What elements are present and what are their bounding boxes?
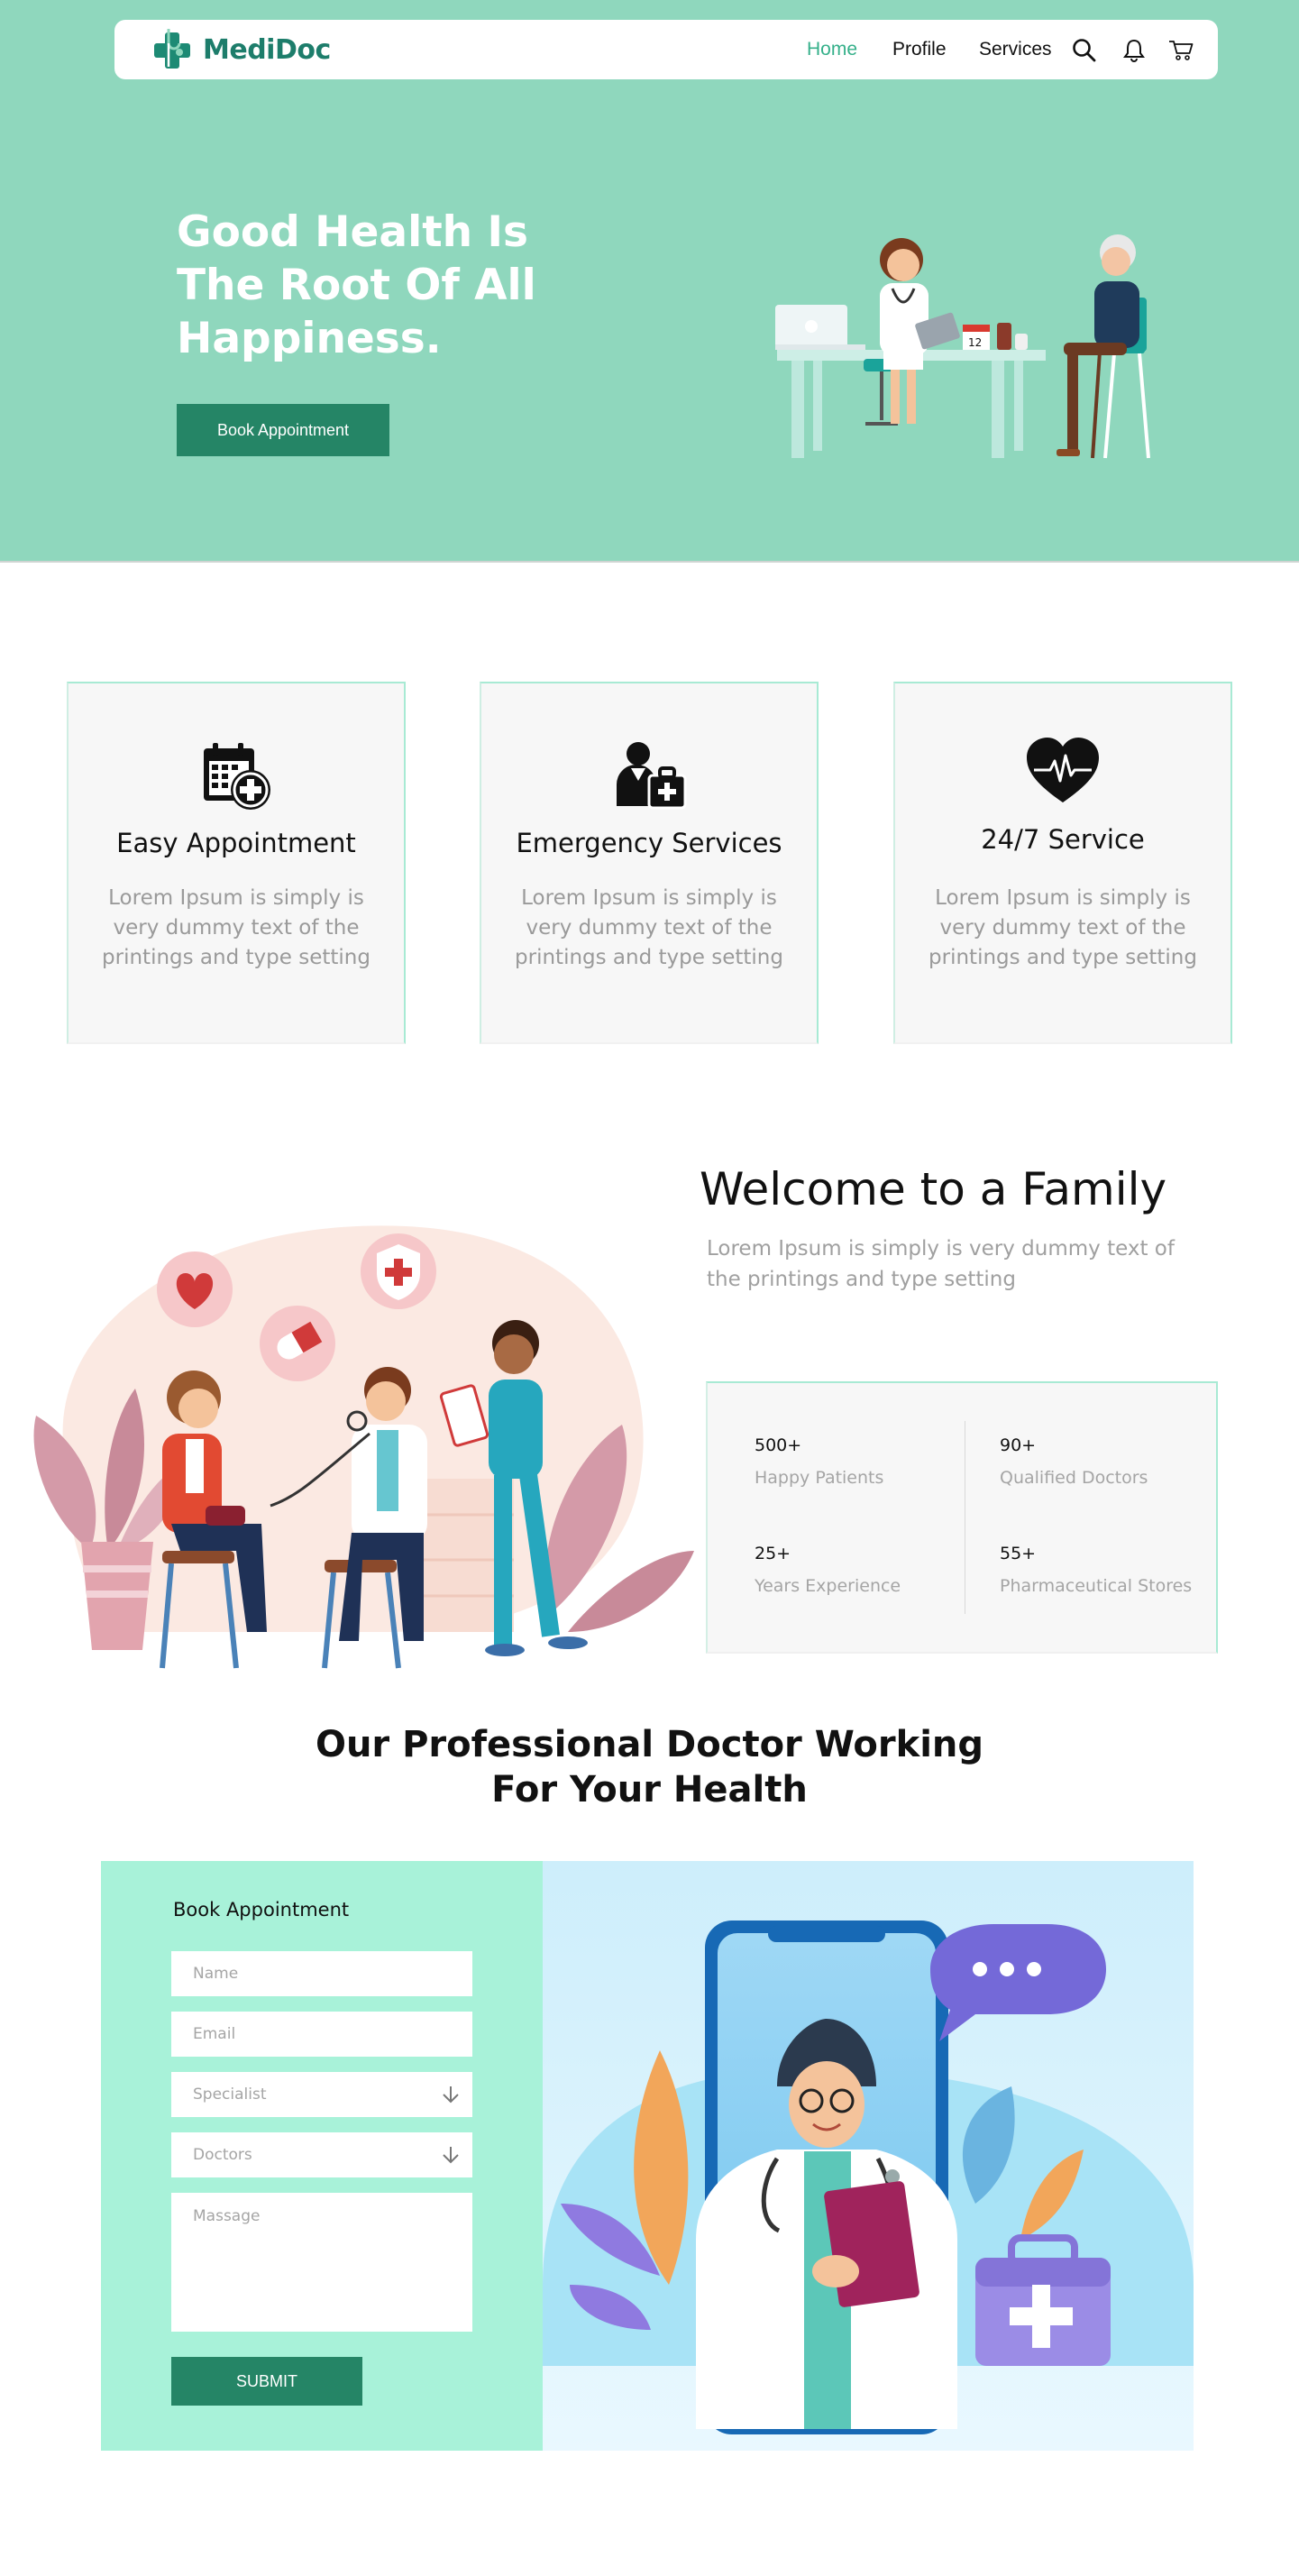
message-placeholder: Massage <box>193 2207 261 2225</box>
feature-title: 24/7 Service <box>981 824 1145 855</box>
logo[interactable]: MediDoc <box>149 29 331 69</box>
submit-button[interactable]: SUBMIT <box>171 2357 362 2406</box>
feature-title: Easy Appointment <box>116 828 356 858</box>
cart-icon[interactable] <box>1167 37 1194 64</box>
welcome-title: Welcome to a Family <box>700 1163 1167 1215</box>
stat-happy-patients: 500+ Happy Patients <box>755 1435 883 1488</box>
feature-text: Lorem Ipsum is simply is very dummy text… <box>102 886 370 969</box>
doctors-title-line1: Our Professional Doctor Working <box>315 1724 984 1765</box>
doctor-consultation-illustration: 12 <box>775 234 1150 459</box>
booking-form-title: Book Appointment <box>173 1899 350 1921</box>
feature-text: Lorem Ipsum is simply is very dummy text… <box>515 886 783 969</box>
name-field[interactable]: Name <box>171 1951 472 1996</box>
feature-card-emergency[interactable]: Emergency Services Lorem Ipsum is simply… <box>480 682 819 1044</box>
feature-title: Emergency Services <box>516 828 782 858</box>
book-appointment-button[interactable]: Book Appointment <box>177 404 389 456</box>
online-doctor-illustration <box>543 1861 1194 2451</box>
feature-text: Lorem Ipsum is simply is very dummy text… <box>929 886 1197 969</box>
medical-cross-logo-icon <box>154 29 190 69</box>
arrow-down-icon <box>443 2086 459 2104</box>
nav-link-services[interactable]: Services <box>979 20 1052 79</box>
arrow-down-icon <box>443 2147 459 2164</box>
top-navbar: MediDoc Home Profile Services <box>114 20 1218 79</box>
doctors-select[interactable]: Doctors <box>171 2132 472 2177</box>
booking-form: Book Appointment Name Email Specialist D… <box>101 1861 543 2451</box>
doctors-title-line2: For Your Health <box>491 1769 808 1811</box>
brand-name: MediDoc <box>203 33 331 66</box>
stat-pharmaceutical-stores: 55+ Pharmaceutical Stores <box>1000 1544 1192 1596</box>
stat-label: Qualified Doctors <box>1000 1468 1148 1488</box>
message-textarea[interactable]: Massage <box>171 2193 472 2332</box>
hero-section: MediDoc Home Profile Services Good Healt… <box>0 0 1299 563</box>
medic-bag-icon <box>617 742 687 810</box>
feature-card-appointment[interactable]: Easy Appointment Lorem Ipsum is simply i… <box>67 682 406 1044</box>
nav-link-profile[interactable]: Profile <box>892 20 947 79</box>
stats-panel: 500+ Happy Patients 90+ Qualified Doctor… <box>706 1381 1218 1654</box>
feature-card-24-7[interactable]: 24/7 Service Lorem Ipsum is simply is ve… <box>893 682 1232 1044</box>
stat-value: 25+ <box>755 1544 791 1563</box>
doctors-section-title: Our Professional Doctor Working For Your… <box>0 1722 1299 1812</box>
stat-value: 55+ <box>1000 1544 1037 1563</box>
stat-value: 90+ <box>1000 1435 1037 1455</box>
bell-icon[interactable] <box>1121 37 1148 64</box>
patient-checkup-illustration <box>33 1225 694 1669</box>
search-icon[interactable] <box>1071 37 1098 64</box>
svg-text:12: 12 <box>968 336 982 349</box>
stat-qualified-doctors: 90+ Qualified Doctors <box>1000 1435 1148 1488</box>
specialist-select[interactable]: Specialist <box>171 2072 472 2117</box>
specialist-placeholder: Specialist <box>193 2086 267 2104</box>
name-placeholder: Name <box>193 1965 239 1983</box>
stat-label: Happy Patients <box>755 1468 884 1488</box>
stat-label: Years Experience <box>755 1576 901 1596</box>
hero-title: Good Health Is The Root Of All Happiness… <box>177 207 536 363</box>
email-field[interactable]: Email <box>171 2012 472 2057</box>
stat-value: 500+ <box>755 1435 802 1455</box>
stat-label: Pharmaceutical Stores <box>1000 1576 1193 1596</box>
welcome-text: Lorem Ipsum is simply is very dummy text… <box>707 1237 1175 1291</box>
nav-link-home[interactable]: Home <box>807 20 857 79</box>
stat-years-experience: 25+ Years Experience <box>755 1544 901 1596</box>
calendar-plus-icon <box>204 743 270 810</box>
doctors-placeholder: Doctors <box>193 2146 252 2164</box>
heart-pulse-icon <box>1027 738 1099 802</box>
email-placeholder: Email <box>193 2025 236 2043</box>
